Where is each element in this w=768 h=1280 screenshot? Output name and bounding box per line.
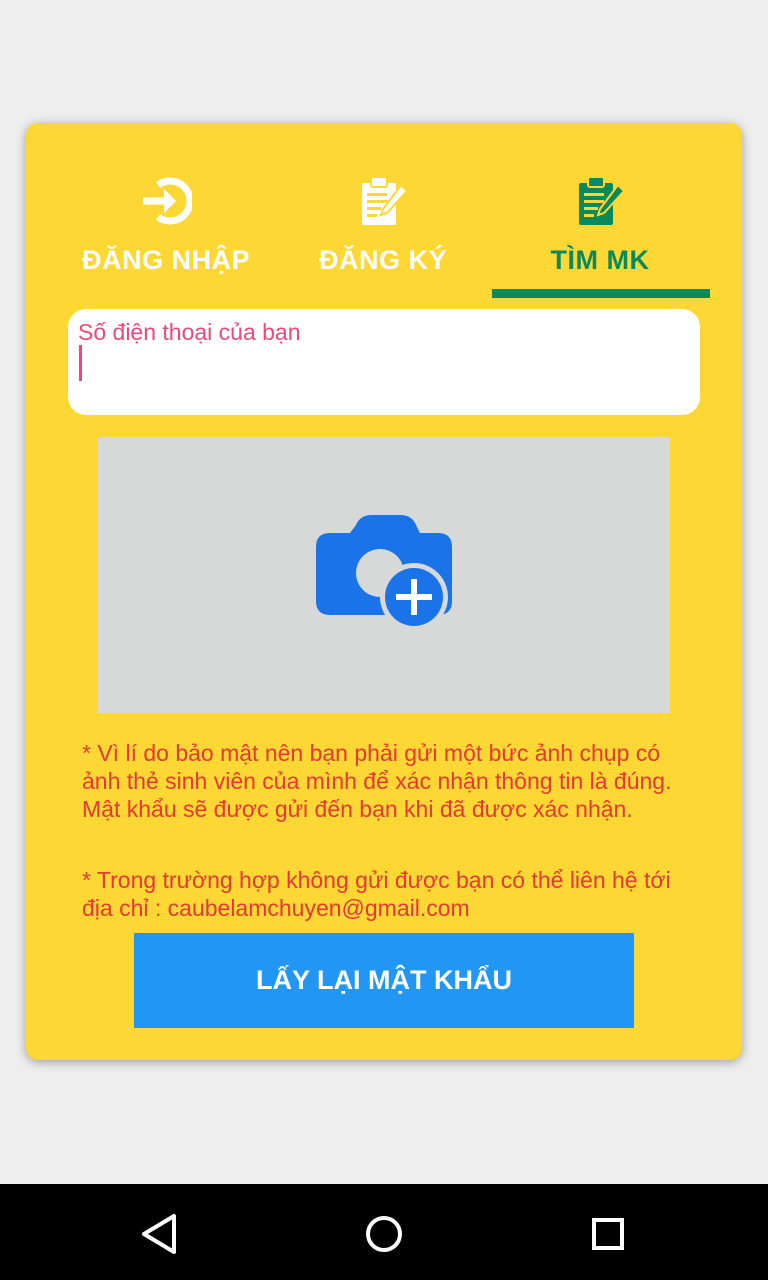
tab-register[interactable]: ĐĂNG KÝ (275, 171, 491, 301)
phone-input-placeholder: Số điện thoại của bạn (78, 319, 301, 345)
login-icon (143, 177, 192, 225)
tab-login[interactable]: ĐĂNG NHẬP (58, 171, 274, 301)
tab-find-password-label: TÌM MK (550, 245, 650, 275)
tab-find-password[interactable]: TÌM MK (492, 171, 708, 301)
tab-register-label: ĐĂNG KÝ (318, 245, 447, 275)
tab-login-label: ĐĂNG NHẬP (81, 245, 250, 275)
system-navigation-bar (0, 1184, 768, 1280)
home-circle-icon[interactable] (360, 1210, 408, 1258)
text-cursor (79, 345, 82, 381)
back-triangle-icon[interactable] (136, 1210, 184, 1258)
contact-note: * Trong trường hợp không gửi được bạn có… (82, 867, 671, 921)
active-tab-indicator (492, 289, 710, 298)
phone-input[interactable]: Số điện thoại của bạn (68, 309, 700, 415)
security-note: * Vì lí do bảo mật nên bạn phải gửi một … (82, 740, 672, 822)
photo-upload-area[interactable] (98, 437, 670, 713)
register-clipboard-icon (362, 176, 409, 225)
screen: ĐĂNG NHẬP ĐĂNG KÝ TÌM MK Số điện thoại c… (0, 0, 768, 1280)
add-photo-camera-icon (316, 515, 452, 631)
recover-password-button[interactable]: LẤY LẠI MẬT KHẨU (134, 933, 634, 1028)
recovery-card: ĐĂNG NHẬP ĐĂNG KÝ TÌM MK Số điện thoại c… (26, 123, 742, 1060)
recents-square-icon[interactable] (584, 1210, 632, 1258)
find-password-clipboard-icon (579, 176, 626, 225)
